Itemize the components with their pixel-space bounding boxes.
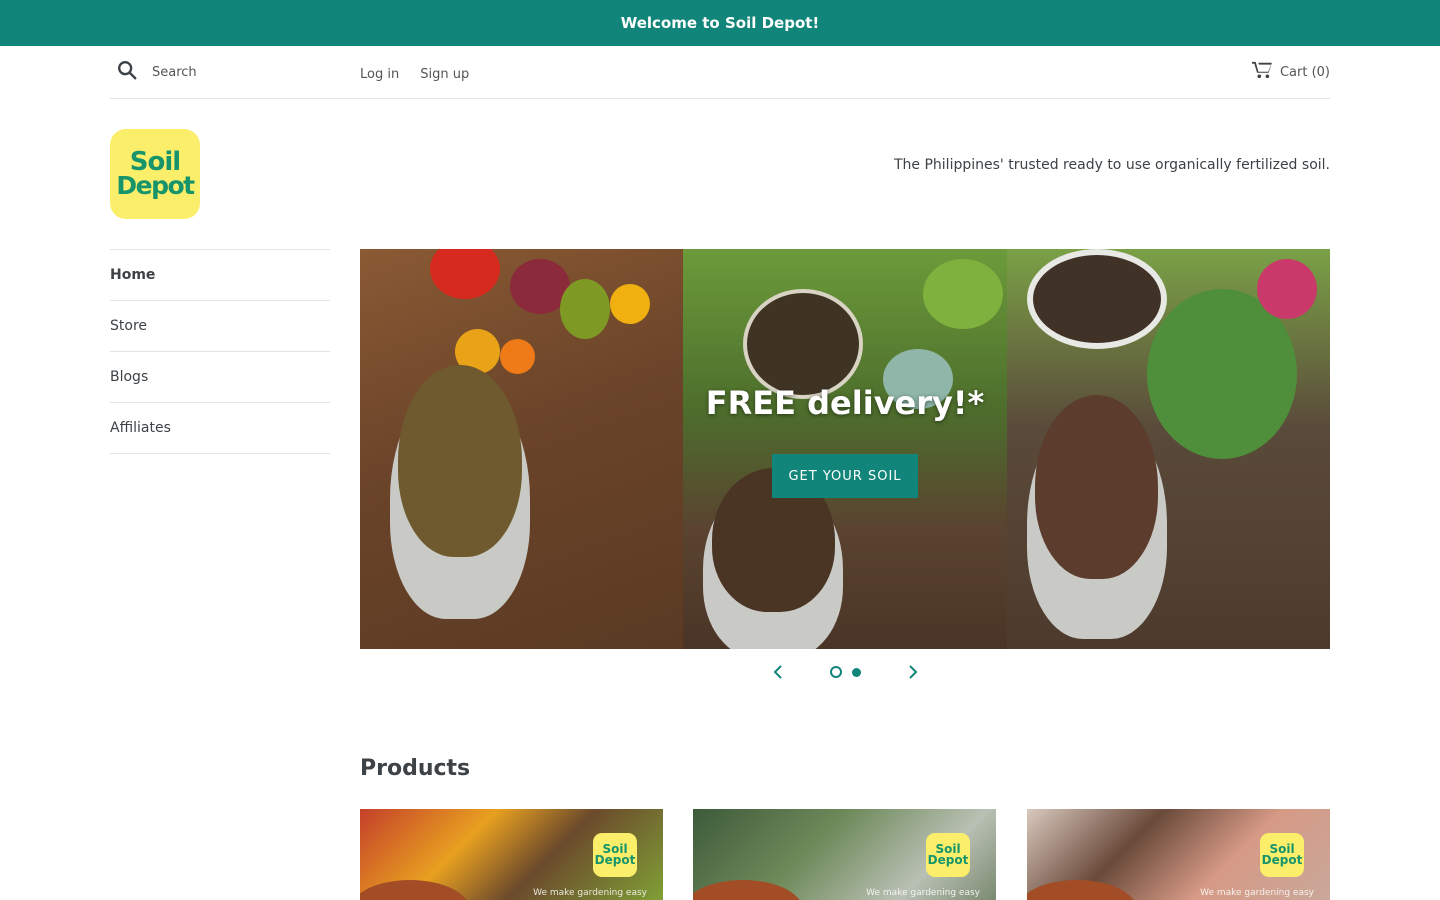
- product-card-accent: [1027, 880, 1137, 900]
- product-motto: We make gardening easy: [533, 888, 647, 898]
- signup-link[interactable]: Sign up: [420, 67, 469, 82]
- search-input[interactable]: [152, 64, 332, 80]
- product-card[interactable]: Soil Depot We make gardening easy: [693, 809, 996, 900]
- login-link[interactable]: Log in: [360, 67, 399, 82]
- account-links: Log in Sign up: [360, 63, 485, 82]
- cart-icon: [1252, 61, 1280, 83]
- site-tagline: The Philippines' trusted ready to use or…: [893, 157, 1330, 173]
- product-logo-badge: Soil Depot: [926, 833, 970, 877]
- product-logo-badge: Soil Depot: [1260, 833, 1304, 877]
- products-heading: Products: [360, 756, 471, 781]
- slide-dot-1[interactable]: [829, 666, 842, 678]
- sidebar-nav: Home Store Blogs Affiliates: [110, 249, 330, 454]
- search-icon[interactable]: [110, 59, 152, 85]
- announcement-text: Welcome to Soil Depot!: [620, 14, 820, 32]
- site-logo[interactable]: Soil Depot: [110, 129, 200, 219]
- product-logo-badge: Soil Depot: [593, 833, 637, 877]
- sidebar-item-home[interactable]: Home: [110, 250, 330, 301]
- sidebar-item-blogs[interactable]: Blogs: [110, 352, 330, 403]
- sidebar-item-store[interactable]: Store: [110, 301, 330, 352]
- product-card-accent: [693, 880, 803, 900]
- slide-dots: [825, 666, 866, 678]
- product-card[interactable]: Soil Depot We make gardening easy: [1027, 809, 1330, 900]
- slideshow-controls: [360, 660, 1330, 684]
- product-card[interactable]: Soil Depot We make gardening easy: [360, 809, 663, 900]
- product-motto: We make gardening easy: [866, 888, 980, 898]
- badge-line-2: Depot: [927, 853, 969, 867]
- cart-link[interactable]: Cart (0): [1252, 61, 1330, 83]
- product-motto: We make gardening easy: [1200, 888, 1314, 898]
- logo-line-2: Depot: [116, 171, 195, 201]
- badge-line-2: Depot: [1261, 853, 1303, 867]
- slide-dot-2[interactable]: [851, 667, 861, 677]
- top-bar: Log in Sign up Cart (0): [110, 46, 1330, 99]
- search-form[interactable]: [110, 59, 360, 85]
- chevron-right-icon[interactable]: [902, 661, 924, 683]
- badge-line-2: Depot: [594, 853, 636, 867]
- hero-title: FREE delivery!*: [705, 384, 985, 422]
- cart-label: Cart (0): [1279, 64, 1330, 80]
- get-your-soil-button[interactable]: GET YOUR SOIL: [772, 454, 918, 498]
- announcement-bar: Welcome to Soil Depot!: [0, 0, 1440, 46]
- chevron-left-icon[interactable]: [767, 661, 789, 683]
- hero-slideshow: FREE delivery!* GET YOUR SOIL: [360, 249, 1330, 649]
- product-card-accent: [360, 880, 470, 900]
- hero-overlay: FREE delivery!* GET YOUR SOIL: [360, 249, 1330, 649]
- sidebar-item-affiliates[interactable]: Affiliates: [110, 403, 330, 454]
